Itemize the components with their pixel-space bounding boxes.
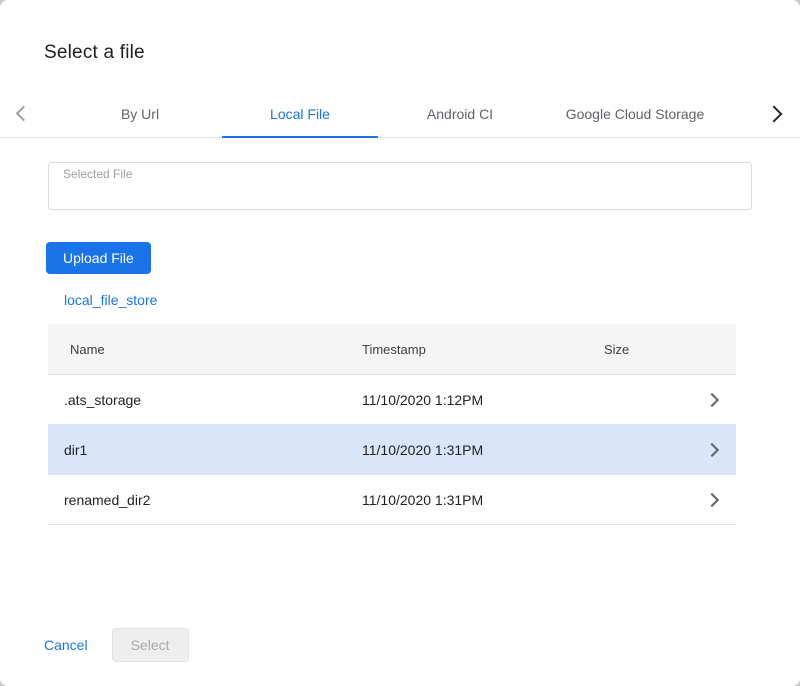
tab-label: Android CI [427, 106, 493, 122]
open-folder-button[interactable] [688, 495, 736, 505]
file-name: dir1 [48, 442, 362, 458]
file-table: Name Timestamp Size .ats_storage 11/10/2… [48, 324, 736, 525]
table-header-row: Name Timestamp Size [48, 324, 736, 375]
select-button[interactable]: Select [112, 628, 189, 662]
tabs-scroll-left-button[interactable] [0, 90, 46, 137]
selected-file-field: Selected File [48, 162, 752, 210]
cancel-button[interactable]: Cancel [44, 637, 88, 653]
chevron-right-icon [705, 442, 719, 456]
select-file-dialog: Select a file By Url Local File Android … [0, 0, 800, 686]
table-row[interactable]: dir1 11/10/2020 1:31PM [48, 425, 736, 475]
chevron-right-icon [705, 392, 719, 406]
page-title: Select a file [44, 42, 800, 64]
chevron-left-icon [15, 106, 31, 122]
file-name: renamed_dir2 [48, 492, 362, 508]
table-row[interactable]: .ats_storage 11/10/2020 1:12PM [48, 375, 736, 425]
tab-android-ci[interactable]: Android CI [380, 90, 540, 137]
chevron-right-icon [766, 105, 783, 122]
tab-label: Local File [270, 106, 330, 122]
breadcrumb[interactable]: local_file_store [64, 292, 157, 308]
tab-by-url[interactable]: By Url [60, 90, 220, 137]
tab-list: By Url Local File Android CI Google Clou… [60, 90, 730, 137]
open-folder-button[interactable] [688, 395, 736, 405]
file-timestamp: 11/10/2020 1:31PM [362, 442, 604, 458]
tab-bar: By Url Local File Android CI Google Clou… [0, 90, 800, 138]
file-timestamp: 11/10/2020 1:12PM [362, 392, 604, 408]
selected-file-label: Selected File [63, 167, 132, 181]
dialog-footer: Cancel Select [44, 628, 189, 662]
selected-file-input[interactable] [61, 181, 743, 205]
column-header-size: Size [604, 342, 688, 357]
file-name: .ats_storage [48, 392, 362, 408]
tab-local-file[interactable]: Local File [220, 90, 380, 137]
tab-google-cloud-storage[interactable]: Google Cloud Storage [540, 90, 730, 137]
chevron-right-icon [705, 492, 719, 506]
open-folder-button[interactable] [688, 445, 736, 455]
tab-label: By Url [121, 106, 159, 122]
column-header-timestamp: Timestamp [362, 342, 604, 357]
column-header-name: Name [48, 342, 362, 357]
table-row[interactable]: renamed_dir2 11/10/2020 1:31PM [48, 475, 736, 525]
tab-label: Google Cloud Storage [566, 106, 705, 122]
tabs-scroll-right-button[interactable] [748, 90, 800, 137]
file-timestamp: 11/10/2020 1:31PM [362, 492, 604, 508]
upload-file-button[interactable]: Upload File [46, 242, 151, 274]
